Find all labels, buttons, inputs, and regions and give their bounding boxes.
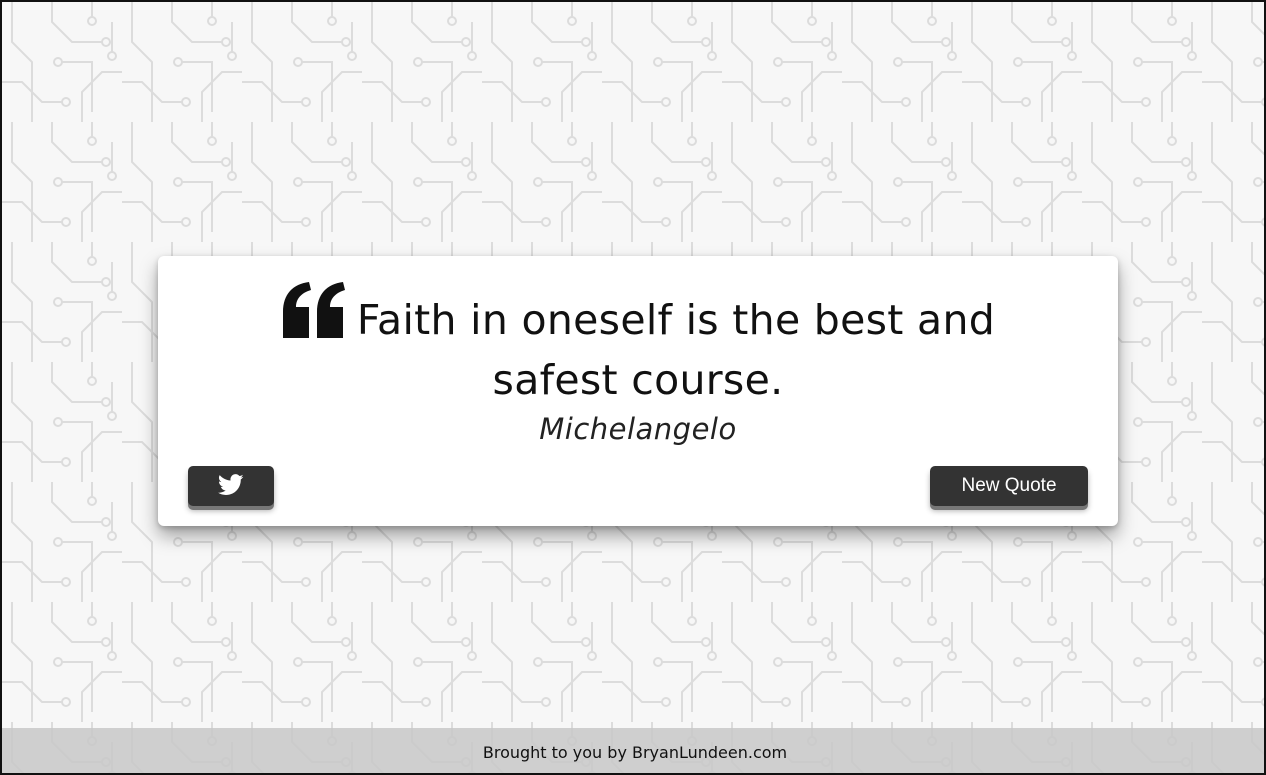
page-frame: Faith in oneself is the best and safest … xyxy=(0,0,1266,775)
footer-credit[interactable]: Brought to you by BryanLundeen.com xyxy=(483,743,787,762)
quote-card: Faith in oneself is the best and safest … xyxy=(158,256,1118,526)
tweet-button[interactable] xyxy=(188,466,274,506)
new-quote-button[interactable]: New Quote xyxy=(930,466,1088,506)
twitter-icon xyxy=(217,473,244,499)
quote-author: Michelangelo xyxy=(539,412,737,446)
quote-left-icon xyxy=(281,282,347,353)
quote-body: Faith in oneself is the best and safest … xyxy=(218,282,1058,407)
footer: Brought to you by BryanLundeen.com xyxy=(2,728,1264,773)
quote-block: Faith in oneself is the best and safest … xyxy=(218,282,1058,407)
quote-text: Faith in oneself is the best and safest … xyxy=(356,296,996,404)
